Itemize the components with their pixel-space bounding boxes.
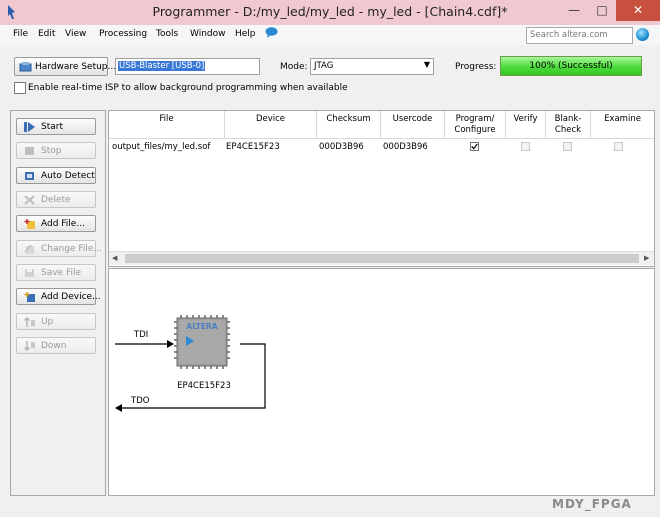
start-button[interactable]: Start — [16, 118, 96, 135]
scroll-right-icon[interactable]: ▶ — [644, 254, 649, 262]
chat-bubble-icon[interactable] — [265, 27, 278, 38]
auto-detect-icon — [25, 172, 34, 180]
up-icon — [24, 317, 35, 327]
hardware-setup-button[interactable]: Hardware Setup... — [14, 57, 116, 76]
menu-file[interactable]: File — [13, 29, 28, 39]
down-button[interactable]: Down — [16, 337, 96, 354]
column-header-usercode[interactable]: Usercode — [381, 111, 445, 139]
chevron-down-icon: ▼ — [423, 60, 430, 69]
add-device-button[interactable]: Add Device... — [16, 288, 101, 305]
menu-help[interactable]: Help — [235, 29, 256, 39]
column-header-device[interactable]: Device — [225, 111, 317, 139]
delete-label: Delete — [41, 194, 71, 205]
change-file-label: Change File... — [41, 243, 102, 254]
auto-detect-label: Auto Detect — [41, 170, 95, 181]
checkmark-icon — [471, 143, 478, 150]
menu-processing[interactable]: Processing — [99, 29, 147, 39]
progress-label: Progress: — [455, 62, 497, 72]
save-file-button[interactable]: Save File — [16, 264, 96, 281]
search-placeholder: Search altera.com — [530, 30, 608, 40]
add-device-icon — [24, 292, 35, 302]
add-file-button[interactable]: Add File... — [16, 215, 96, 232]
delete-icon — [24, 195, 35, 205]
tdi-label: TDI — [134, 330, 149, 340]
add-device-label: Add Device... — [41, 291, 101, 302]
jtag-chain-panel: TDI TDO ALTERA EP4CE15F23 — [108, 268, 655, 496]
search-input[interactable]: Search altera.com — [526, 27, 633, 44]
cell-checksum[interactable]: 000D3B96 — [319, 142, 364, 152]
hardware-field[interactable]: USB-Blaster [USB-0] — [115, 58, 260, 75]
examine-checkbox[interactable] — [614, 142, 623, 151]
auto-detect-button[interactable]: Auto Detect — [16, 167, 96, 184]
blank-check-checkbox[interactable] — [563, 142, 572, 151]
progress-text: 100% (Successful) — [529, 61, 613, 71]
down-label: Down — [41, 340, 67, 351]
chip-device-label: EP4CE15F23 — [177, 381, 231, 391]
watermark: MDY_FPGA — [552, 497, 632, 511]
menu-window[interactable]: Window — [190, 29, 226, 39]
change-file-icon — [24, 244, 34, 254]
chip-logo: ALTERA — [186, 322, 217, 331]
programming-table: File Device Checksum Usercode Program/ C… — [108, 110, 655, 267]
horizontal-scrollbar[interactable]: ◀ ▶ — [109, 251, 654, 265]
minimize-button[interactable]: — — [560, 0, 588, 21]
scrollbar-thumb[interactable] — [125, 254, 639, 263]
stop-button[interactable]: Stop — [16, 142, 96, 159]
column-header-examine[interactable]: Examine — [591, 111, 654, 139]
globe-icon[interactable] — [636, 28, 649, 41]
menu-tools[interactable]: Tools — [156, 29, 178, 39]
progress-bar: 100% (Successful) — [500, 56, 642, 76]
close-button[interactable]: ✕ — [616, 0, 660, 21]
add-file-label: Add File... — [41, 218, 85, 229]
tdo-label: TDO — [131, 396, 150, 406]
down-icon — [24, 341, 35, 351]
cell-device[interactable]: EP4CE15F23 — [226, 142, 280, 152]
column-header-program-configure[interactable]: Program/ Configure — [445, 111, 506, 139]
hardware-value: USB-Blaster [USB-0] — [118, 61, 206, 71]
hardware-setup-label: Hardware Setup... — [35, 61, 117, 72]
verify-checkbox[interactable] — [521, 142, 530, 151]
column-header-file[interactable]: File — [109, 111, 225, 139]
maximize-button[interactable]: □ — [588, 0, 616, 21]
hardware-icon — [19, 62, 32, 72]
stop-icon — [25, 147, 34, 155]
column-header-blank-check[interactable]: Blank- Check — [546, 111, 591, 139]
column-header-checksum[interactable]: Checksum — [317, 111, 381, 139]
program-configure-checkbox[interactable] — [470, 142, 479, 151]
mode-label: Mode: — [280, 62, 308, 72]
stop-label: Stop — [41, 145, 62, 156]
up-label: Up — [41, 316, 54, 327]
save-file-label: Save File — [41, 267, 82, 278]
isp-checkbox[interactable] — [14, 82, 26, 94]
scroll-left-icon[interactable]: ◀ — [112, 254, 117, 262]
change-file-button[interactable]: Change File... — [16, 240, 102, 257]
mode-value: JTAG — [314, 61, 334, 71]
delete-button[interactable]: Delete — [16, 191, 96, 208]
start-label: Start — [41, 121, 63, 132]
column-header-verify[interactable]: Verify — [506, 111, 546, 139]
fpga-chip-icon[interactable]: ALTERA — [174, 315, 230, 369]
save-file-icon — [25, 269, 34, 277]
menu-view[interactable]: View — [65, 29, 86, 39]
isp-label: Enable real-time ISP to allow background… — [28, 83, 348, 93]
up-button[interactable]: Up — [16, 313, 96, 330]
cell-usercode[interactable]: 000D3B96 — [383, 142, 428, 152]
menu-edit[interactable]: Edit — [38, 29, 55, 39]
cell-file[interactable]: output_files/my_led.sof — [112, 142, 210, 152]
start-icon — [24, 122, 35, 132]
add-file-icon — [24, 219, 35, 229]
mode-select[interactable]: JTAG ▼ — [310, 58, 434, 75]
